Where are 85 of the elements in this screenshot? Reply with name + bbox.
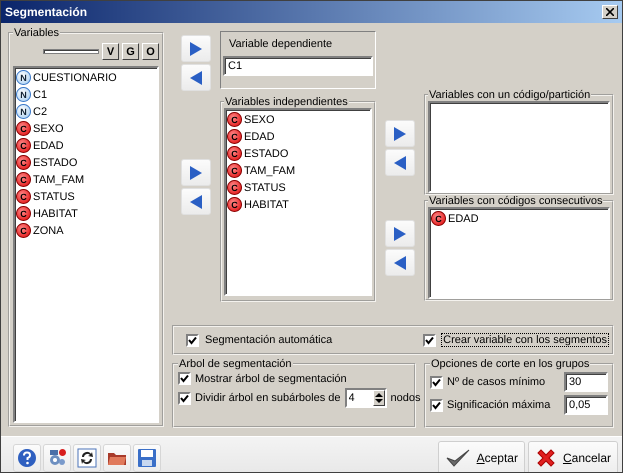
checkbox-label[interactable]: Segmentación automática [205,334,332,346]
variable-item[interactable]: STATUS [244,182,286,194]
window-title: Segmentación [5,5,88,19]
group-title: Variables independientes [224,96,349,108]
variable-type-icon: C [227,112,242,127]
accept-button[interactable]: Aceptar [438,441,525,472]
variable-item[interactable]: ESTADO [33,156,78,168]
variable-item[interactable]: CUESTIONARIO [33,72,117,84]
checkbox[interactable] [430,398,443,412]
dependent-label: Variable dependiente [228,38,334,52]
dependent-field[interactable]: C1 [223,56,373,76]
group-title: Opciones de corte en los grupos [430,358,590,370]
variable-type-icon: C [431,211,446,226]
group-title: Variables [13,27,60,39]
variable-type-icon: C [227,146,242,161]
checkbox[interactable] [186,334,199,346]
variable-item[interactable]: TAM_FAM [33,174,84,186]
spin-arrows-icon[interactable] [372,390,385,406]
group-title: Variables con un código/partición [428,89,592,101]
unit-label: nodos [390,392,421,404]
variable-item[interactable]: EDAD [33,140,64,152]
checkbox-label[interactable]: Dividir árbol en subárboles de [195,392,341,404]
variable-type-icon: N [16,87,31,102]
group-title: Arbol de segmentación [178,358,293,370]
checkbox[interactable] [430,376,443,388]
variable-type-icon: C [227,197,242,212]
variable-type-icon: C [227,163,242,178]
variable-item[interactable]: ESTADO [244,148,288,160]
close-button[interactable] [602,5,618,19]
variable-item[interactable]: TAM_FAM [244,164,296,176]
variable-item[interactable]: ZONA [33,224,64,236]
filter-field[interactable] [43,49,99,54]
variable-type-icon: C [16,223,31,238]
variable-item[interactable]: EDAD [448,212,479,224]
variable-item[interactable]: HABITAT [33,208,78,220]
variable-item[interactable]: SEXO [244,114,275,126]
variable-type-icon: C [16,206,31,221]
folder-icon [108,453,126,465]
move-right-button[interactable] [181,35,211,62]
cancel-icon [534,447,557,469]
checkmark-icon [444,447,471,469]
move-right-button[interactable] [181,159,211,186]
variable-type-icon: C [16,155,31,170]
filter-button[interactable]: V [102,43,119,60]
refresh-icon [78,448,96,468]
variable-item[interactable]: STATUS [33,190,75,202]
checkbox-label[interactable]: Significación máxima [447,399,550,411]
move-right-button[interactable] [385,220,415,247]
toolbar-button[interactable] [103,444,131,472]
settings-icon [50,449,66,465]
variable-item[interactable]: C1 [33,88,48,100]
variable-type-icon: C [227,129,242,144]
variable-item[interactable]: HABITAT [244,198,289,210]
toolbar-button[interactable] [73,444,101,472]
node-count-spinner[interactable]: 4 [344,388,387,408]
move-right-button[interactable] [385,120,415,147]
move-left-button[interactable] [181,188,211,215]
variable-item[interactable]: EDAD [244,130,275,142]
variable-item[interactable]: SEXO [33,122,64,134]
checkbox-label[interactable]: Nº de casos mínimo [447,376,546,388]
close-icon [606,8,614,16]
value-field[interactable]: 0,05 [564,395,608,415]
group-title: Variables con códigos consecutivos [428,195,604,207]
cancel-button[interactable]: Cancelar [528,441,618,472]
value-field[interactable]: 30 [564,372,608,392]
variable-type-icon: C [16,189,31,204]
variable-type-icon: C [227,180,242,195]
filter-button[interactable]: O [142,43,159,60]
variable-type-icon: N [16,70,31,85]
variable-item[interactable]: C2 [33,106,48,118]
move-left-button[interactable] [181,64,211,91]
checkbox[interactable] [423,334,436,346]
help-icon [18,449,36,467]
checkbox-label[interactable]: Mostrar árbol de segmentación [195,372,347,384]
move-left-button[interactable] [385,149,415,176]
variable-type-icon: C [16,121,31,136]
variable-type-icon: C [16,138,31,153]
checkbox[interactable] [178,392,191,404]
checkbox-label[interactable]: Crear variable con los segmentos [442,334,608,346]
save-icon [138,449,156,467]
variable-type-icon: N [16,104,31,119]
variable-type-icon: C [16,172,31,187]
checkbox[interactable] [178,372,191,385]
filter-button[interactable]: G [122,43,139,60]
move-left-button[interactable] [385,249,415,276]
